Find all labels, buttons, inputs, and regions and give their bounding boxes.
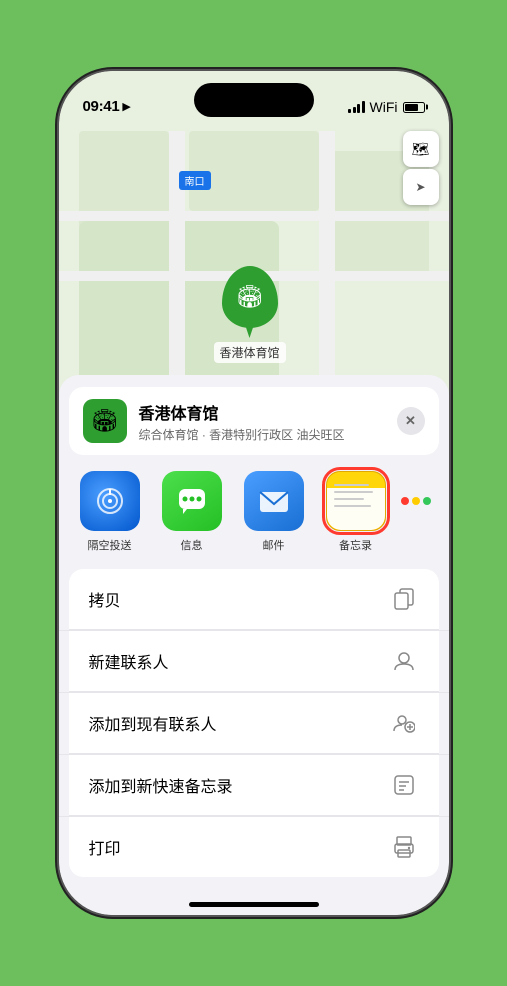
share-apps-row: 隔空投送 信息	[59, 463, 449, 561]
pin-icon-bg: 🏟	[222, 266, 278, 328]
copy-icon	[389, 584, 419, 614]
action-new-contact[interactable]: 新建联系人	[69, 631, 439, 692]
location-name: 香港体育馆	[139, 400, 425, 424]
copy-label: 拷贝	[89, 587, 121, 611]
print-label: 打印	[89, 835, 121, 859]
signal-bars	[348, 101, 365, 113]
app-item-notes[interactable]: 备忘录	[315, 471, 397, 553]
map-road	[59, 211, 449, 221]
add-existing-label: 添加到现有联系人	[89, 711, 217, 735]
location-info: 香港体育馆 综合体育馆 · 香港特别行政区 油尖旺区	[139, 400, 425, 443]
action-copy[interactable]: 拷贝	[69, 569, 439, 630]
share-sheet: 🏟 香港体育馆 综合体育馆 · 香港特别行政区 油尖旺区 ✕	[59, 375, 449, 915]
mail-icon	[244, 471, 304, 531]
messages-label: 信息	[181, 537, 203, 553]
add-existing-contact-icon	[389, 708, 419, 738]
map-controls: 🗺 ➤	[403, 131, 439, 205]
map-entrance-label: 南口	[179, 171, 211, 190]
close-icon: ✕	[405, 413, 416, 429]
close-button[interactable]: ✕	[397, 407, 425, 435]
app-item-airdrop[interactable]: 隔空投送	[69, 471, 151, 553]
actions-group: 拷贝 新建联系人	[59, 569, 449, 877]
quick-note-label: 添加到新快速备忘录	[89, 773, 233, 797]
app-item-messages[interactable]: 信息	[151, 471, 233, 553]
mail-label: 邮件	[263, 537, 285, 553]
more-dot-yellow	[412, 497, 420, 505]
pin-label: 香港体育馆	[214, 342, 286, 363]
map-view-toggle[interactable]: 🗺	[403, 131, 439, 167]
stadium-emoji: 🏟	[236, 284, 264, 310]
my-location-button[interactable]: ➤	[403, 169, 439, 205]
more-apps-button[interactable]	[401, 471, 439, 531]
location-card: 🏟 香港体育馆 综合体育馆 · 香港特别行政区 油尖旺区 ✕	[69, 387, 439, 455]
home-indicator	[189, 902, 319, 907]
airdrop-label: 隔空投送	[88, 537, 132, 553]
action-add-existing-contact[interactable]: 添加到现有联系人	[69, 693, 439, 754]
battery-icon	[403, 102, 425, 113]
location-pin[interactable]: 🏟 香港体育馆	[214, 266, 286, 363]
new-contact-icon	[389, 646, 419, 676]
location-venue-icon: 🏟	[83, 399, 127, 443]
action-quick-note[interactable]: 添加到新快速备忘录	[69, 755, 439, 816]
location-icon: ▶	[122, 100, 130, 113]
notes-icon	[326, 471, 386, 531]
status-icons: WiFi	[348, 99, 425, 115]
messages-icon	[162, 471, 222, 531]
action-print[interactable]: 打印	[69, 817, 439, 877]
airdrop-icon	[80, 471, 140, 531]
wifi-icon: WiFi	[370, 99, 398, 115]
notes-label: 备忘录	[339, 537, 372, 553]
status-time: 09:41	[83, 98, 120, 115]
map-icon: 🗺	[412, 141, 430, 158]
quick-note-icon	[389, 770, 419, 800]
location-arrow-icon: ➤	[415, 180, 425, 194]
dynamic-island	[194, 83, 314, 117]
app-item-mail[interactable]: 邮件	[233, 471, 315, 553]
more-dot-red	[401, 497, 409, 505]
print-icon	[389, 832, 419, 862]
new-contact-label: 新建联系人	[89, 649, 169, 673]
more-dot-green	[423, 497, 431, 505]
location-subtitle: 综合体育馆 · 香港特别行政区 油尖旺区	[139, 426, 425, 443]
